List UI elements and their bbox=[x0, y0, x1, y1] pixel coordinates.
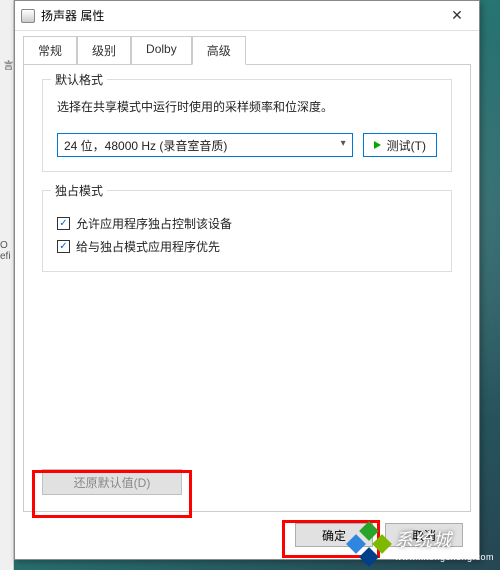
group-exclusive-mode: 独占模式 ✓ 允许应用程序独占控制该设备 ✓ 给与独占模式应用程序优先 bbox=[42, 190, 452, 272]
ok-button[interactable]: 确定 bbox=[295, 523, 373, 547]
close-button[interactable]: ✕ bbox=[435, 1, 479, 31]
restore-defaults-button[interactable]: 还原默认值(D) bbox=[42, 469, 182, 495]
speaker-properties-dialog: 扬声器 属性 ✕ 常规 级别 Dolby 高级 默认格式 选择在共享模式中运行时… bbox=[14, 0, 480, 560]
tab-dolby[interactable]: Dolby bbox=[131, 36, 192, 65]
group-default-format: 默认格式 选择在共享模式中运行时使用的采样频率和位深度。 24 位，48000 … bbox=[42, 79, 452, 172]
close-icon: ✕ bbox=[451, 7, 463, 24]
dialog-buttons: 确定 取消 bbox=[295, 523, 463, 547]
speaker-icon bbox=[21, 9, 35, 23]
group-exclusive-label: 独占模式 bbox=[51, 182, 107, 199]
tabpanel-advanced: 默认格式 选择在共享模式中运行时使用的采样频率和位深度。 24 位，48000 … bbox=[23, 64, 471, 512]
play-icon bbox=[374, 141, 381, 149]
tab-levels[interactable]: 级别 bbox=[77, 36, 131, 65]
test-button-label: 测试(T) bbox=[387, 137, 426, 154]
tabstrip: 常规 级别 Dolby 高级 bbox=[15, 31, 479, 64]
group-default-format-label: 默认格式 bbox=[51, 71, 107, 88]
bg-text: 言 bbox=[0, 60, 14, 70]
tab-advanced[interactable]: 高级 bbox=[192, 36, 246, 65]
checkbox-allow-exclusive-label: 允许应用程序独占控制该设备 bbox=[76, 215, 232, 232]
format-select-value: 24 位，48000 Hz (录音室音质) bbox=[64, 137, 227, 154]
cancel-button[interactable]: 取消 bbox=[385, 523, 463, 547]
default-format-description: 选择在共享模式中运行时使用的采样频率和位深度。 bbox=[57, 98, 437, 115]
tab-general[interactable]: 常规 bbox=[23, 36, 77, 65]
chevron-down-icon: ▾ bbox=[341, 138, 346, 149]
window-title: 扬声器 属性 bbox=[41, 7, 435, 24]
checkbox-exclusive-priority-label: 给与独占模式应用程序优先 bbox=[76, 238, 220, 255]
checkbox-allow-exclusive[interactable]: ✓ bbox=[57, 217, 70, 230]
bg-text2: O efi bbox=[0, 240, 14, 262]
test-button[interactable]: 测试(T) bbox=[363, 133, 437, 157]
checkbox-exclusive-priority[interactable]: ✓ bbox=[57, 240, 70, 253]
format-select[interactable]: 24 位，48000 Hz (录音室音质) ▾ bbox=[57, 133, 353, 157]
titlebar: 扬声器 属性 ✕ bbox=[15, 1, 479, 31]
